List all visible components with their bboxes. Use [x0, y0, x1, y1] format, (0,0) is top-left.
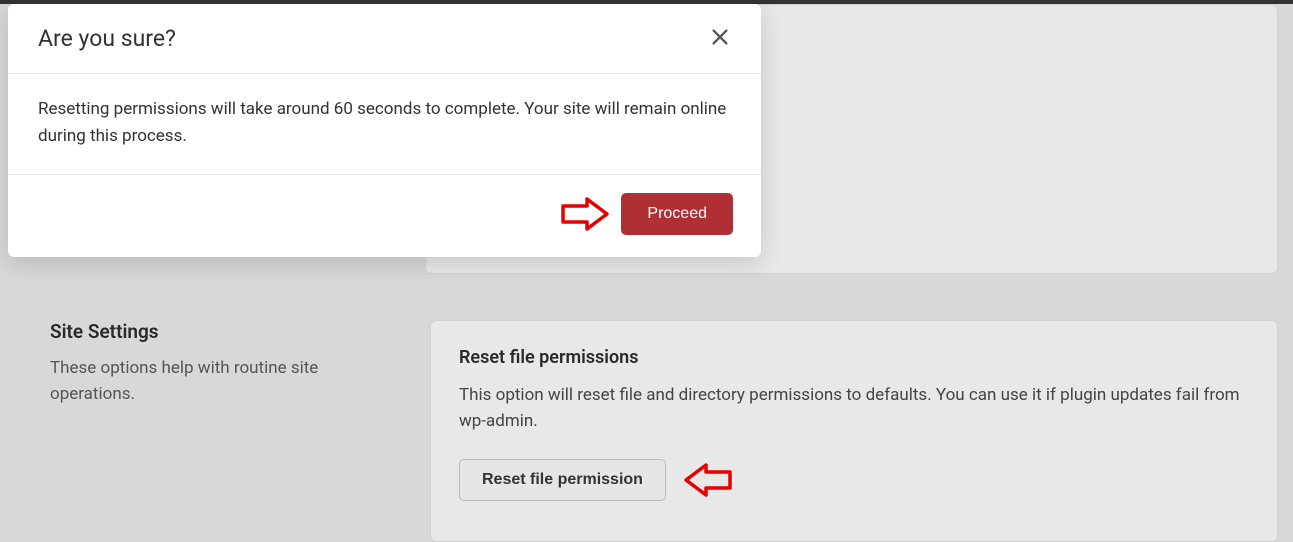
card-title: Reset file permissions [459, 347, 1249, 368]
arrow-left-annotation-icon [684, 462, 732, 498]
proceed-button[interactable]: Proceed [621, 193, 733, 235]
modal-body: Resetting permissions will take around 6… [8, 74, 761, 175]
confirmation-modal: Are you sure? Resetting permissions will… [8, 4, 761, 257]
settings-description: These options help with routine site ope… [50, 355, 380, 408]
reset-file-permission-button[interactable]: Reset file permission [459, 459, 666, 501]
card-description: This option will reset file and director… [459, 382, 1249, 435]
settings-info: Site Settings These options help with ro… [50, 320, 380, 542]
card-actions: Reset file permission [459, 459, 1249, 501]
arrow-right-annotation-icon [561, 196, 609, 232]
modal-footer: Proceed [8, 175, 761, 257]
close-icon [709, 26, 731, 51]
modal-title: Are you sure? [38, 25, 176, 52]
settings-title: Site Settings [50, 320, 380, 343]
settings-section: Site Settings These options help with ro… [50, 320, 1278, 542]
modal-header: Are you sure? [8, 4, 761, 74]
reset-permissions-card: Reset file permissions This option will … [430, 320, 1278, 542]
modal-body-text: Resetting permissions will take around 6… [38, 96, 731, 150]
close-button[interactable] [705, 22, 735, 55]
